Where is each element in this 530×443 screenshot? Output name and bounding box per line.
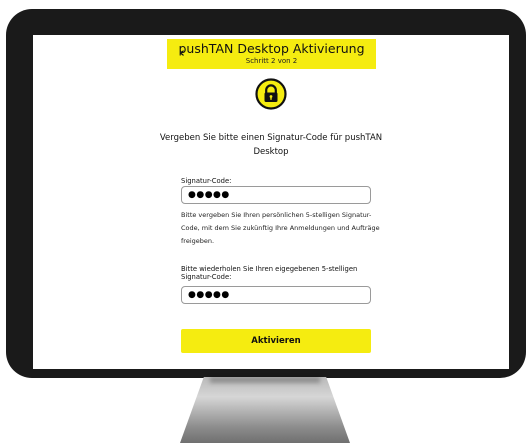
signatur-code-hint: Bitte vergeben Sie Ihren persönlichen 5-… (181, 211, 380, 245)
confirm-code-input[interactable]: ●●●●● (181, 286, 371, 304)
lock-icon (255, 78, 287, 110)
signatur-code-label: Signatur-Code: (181, 177, 232, 185)
header-bar: ‹ pushTAN Desktop Aktivierung Schritt 2 … (167, 39, 376, 69)
intro-text: Vergeben Sie bitte einen Signatur-Code f… (159, 133, 383, 157)
monitor-bezel: ‹ pushTAN Desktop Aktivierung Schritt 2 … (6, 9, 526, 378)
step-indicator: Schritt 2 von 2 (245, 57, 298, 65)
page-title: pushTAN Desktop Aktivierung (178, 41, 365, 56)
stand-shadow (210, 377, 320, 383)
confirm-code-label: Bitte wiederholen Sie Ihren eigegebenen … (181, 265, 358, 281)
monitor-stand (180, 377, 350, 443)
activate-button[interactable]: Aktivieren (181, 329, 371, 353)
screen: ‹ pushTAN Desktop Aktivierung Schritt 2 … (33, 35, 509, 369)
signatur-code-input[interactable]: ●●●●● (181, 186, 371, 204)
